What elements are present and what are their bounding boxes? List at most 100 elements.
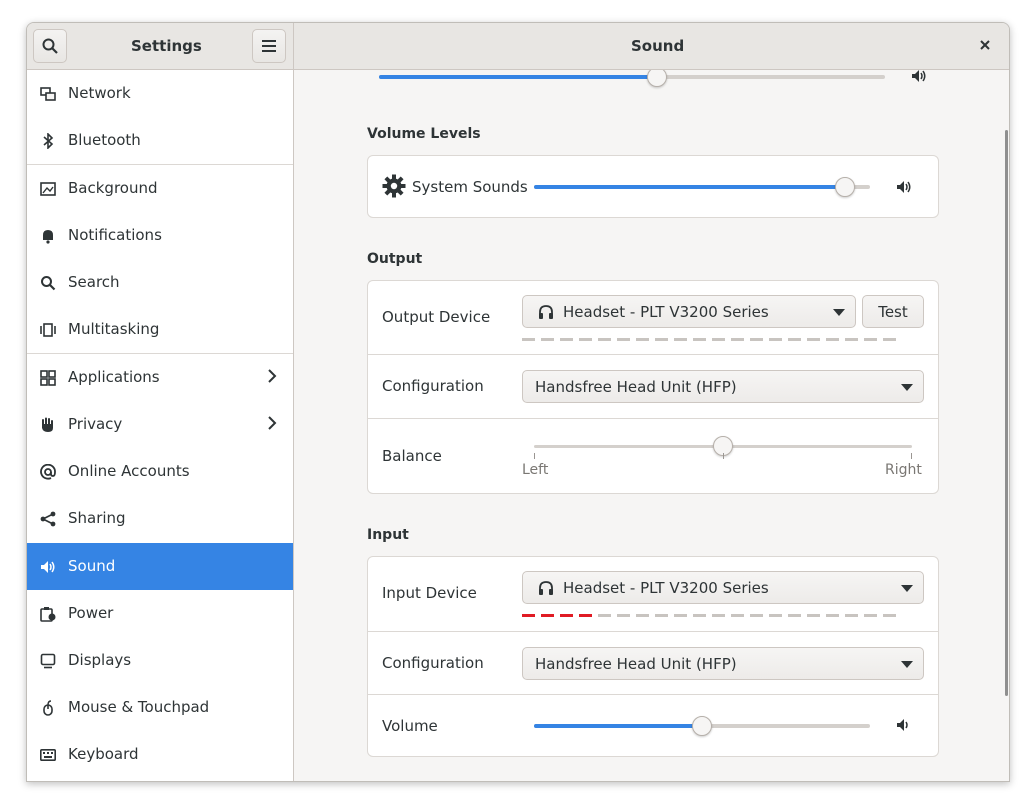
speaker-icon[interactable] bbox=[896, 718, 912, 736]
sidebar-item-sound[interactable]: Sound bbox=[27, 543, 293, 590]
slider-fill bbox=[379, 75, 658, 79]
level-segment bbox=[750, 338, 763, 341]
input-configuration-label: Configuration bbox=[382, 654, 484, 672]
hand-icon bbox=[39, 416, 57, 434]
level-segment bbox=[579, 338, 592, 341]
sidebar-item-online-accounts[interactable]: Online Accounts bbox=[27, 448, 293, 495]
sidebar-item-multitasking[interactable]: Multitasking bbox=[27, 306, 293, 353]
output-device-value: Headset - PLT V3200 Series bbox=[563, 303, 769, 321]
system-sounds-slider[interactable] bbox=[534, 177, 870, 197]
output-frame: Output Device Headset - PLT V3200 Series… bbox=[367, 280, 939, 494]
level-segment bbox=[541, 614, 554, 617]
row-separator bbox=[368, 631, 938, 632]
level-segment bbox=[617, 338, 630, 341]
input-device-value: Headset - PLT V3200 Series bbox=[563, 579, 769, 597]
input-volume-label: Volume bbox=[382, 717, 438, 735]
sidebar-item-label: Sharing bbox=[68, 509, 126, 527]
level-segment bbox=[693, 614, 706, 617]
search-icon bbox=[39, 274, 57, 292]
level-segment bbox=[617, 614, 630, 617]
sidebar-item-bluetooth[interactable]: Bluetooth bbox=[27, 117, 293, 164]
slider-knob[interactable] bbox=[834, 177, 855, 197]
level-segment bbox=[522, 338, 535, 341]
panel-title: Sound bbox=[631, 37, 685, 55]
level-segment bbox=[674, 614, 687, 617]
output-device-combo[interactable]: Headset - PLT V3200 Series bbox=[522, 295, 856, 328]
chevron-down-icon bbox=[901, 384, 913, 391]
headset-icon bbox=[538, 580, 554, 600]
test-button[interactable]: Test bbox=[862, 295, 924, 328]
close-button[interactable] bbox=[975, 35, 995, 55]
chevron-right-icon bbox=[267, 368, 277, 388]
input-title: Input bbox=[367, 527, 409, 543]
speaker-icon[interactable] bbox=[896, 180, 912, 198]
sidebar-header: Settings bbox=[27, 23, 294, 70]
scrollbar[interactable] bbox=[1005, 130, 1008, 696]
output-volume-slider[interactable] bbox=[379, 70, 885, 87]
balance-slider[interactable] bbox=[534, 436, 912, 456]
bluetooth-icon bbox=[39, 132, 57, 150]
input-frame: Input Device Headset - PLT V3200 Series … bbox=[367, 556, 939, 757]
level-segment bbox=[769, 614, 782, 617]
sidebar-item-label: Multitasking bbox=[68, 320, 160, 338]
output-configuration-value: Handsfree Head Unit (HFP) bbox=[535, 378, 737, 396]
level-segment bbox=[883, 614, 896, 617]
chevron-down-icon bbox=[833, 309, 845, 316]
output-configuration-combo[interactable]: Handsfree Head Unit (HFP) bbox=[522, 370, 924, 403]
level-segment bbox=[712, 338, 725, 341]
level-segment bbox=[826, 338, 839, 341]
search-icon bbox=[42, 38, 58, 54]
output-level-meter bbox=[522, 338, 896, 341]
sidebar-item-mouse-touchpad[interactable]: Mouse & Touchpad bbox=[27, 684, 293, 731]
output-configuration-label: Configuration bbox=[382, 377, 484, 395]
search-button[interactable] bbox=[33, 29, 67, 63]
sidebar-item-keyboard[interactable]: Keyboard bbox=[27, 731, 293, 778]
input-volume-slider[interactable] bbox=[534, 716, 870, 736]
speaker-icon[interactable] bbox=[911, 70, 927, 87]
input-level-meter bbox=[522, 614, 896, 617]
settings-window: Settings Sound Network Bluetooth Backgro… bbox=[26, 22, 1010, 782]
input-device-combo[interactable]: Headset - PLT V3200 Series bbox=[522, 571, 924, 604]
multitasking-icon bbox=[39, 321, 57, 339]
level-segment bbox=[541, 338, 554, 341]
input-device-label: Input Device bbox=[382, 584, 477, 602]
level-segment bbox=[731, 614, 744, 617]
sidebar-item-power[interactable]: Power bbox=[27, 590, 293, 637]
background-icon bbox=[39, 180, 57, 198]
sidebar-item-applications[interactable]: Applications bbox=[27, 354, 293, 401]
gear-icon bbox=[382, 174, 406, 202]
sidebar-item-search[interactable]: Search bbox=[27, 259, 293, 306]
input-configuration-combo[interactable]: Handsfree Head Unit (HFP) bbox=[522, 647, 924, 680]
level-segment bbox=[693, 338, 706, 341]
sidebar-item-label: Mouse & Touchpad bbox=[68, 698, 210, 716]
mouse-icon bbox=[39, 699, 57, 717]
slider-knob[interactable] bbox=[647, 70, 668, 87]
menu-button[interactable] bbox=[252, 29, 286, 63]
sidebar-item-background[interactable]: Background bbox=[27, 165, 293, 212]
sidebar-item-notifications[interactable]: Notifications bbox=[27, 212, 293, 259]
balance-tick bbox=[723, 453, 724, 459]
sidebar-item-network[interactable]: Network bbox=[27, 70, 293, 117]
sidebar-item-sharing[interactable]: Sharing bbox=[27, 495, 293, 542]
system-sounds-label: System Sounds bbox=[412, 178, 528, 196]
balance-right-label: Right bbox=[885, 462, 922, 478]
level-segment bbox=[674, 338, 687, 341]
level-segment bbox=[579, 614, 592, 617]
app-title: Settings bbox=[131, 37, 202, 55]
sidebar-item-privacy[interactable]: Privacy bbox=[27, 401, 293, 448]
level-segment bbox=[845, 614, 858, 617]
sidebar-item-label: Bluetooth bbox=[68, 131, 141, 149]
sidebar-item-label: Displays bbox=[68, 651, 132, 669]
slider-knob[interactable] bbox=[692, 716, 712, 736]
share-icon bbox=[39, 510, 57, 528]
grid-icon bbox=[39, 369, 57, 387]
chevron-down-icon bbox=[901, 661, 913, 668]
balance-label: Balance bbox=[382, 447, 442, 465]
level-segment bbox=[750, 614, 763, 617]
level-segment bbox=[788, 338, 801, 341]
sidebar-item-displays[interactable]: Displays bbox=[27, 637, 293, 684]
balance-tick bbox=[534, 453, 535, 459]
sidebar-item-label: Keyboard bbox=[68, 745, 139, 763]
output-title: Output bbox=[367, 251, 423, 267]
sidebar-item-label: Notifications bbox=[68, 226, 162, 244]
